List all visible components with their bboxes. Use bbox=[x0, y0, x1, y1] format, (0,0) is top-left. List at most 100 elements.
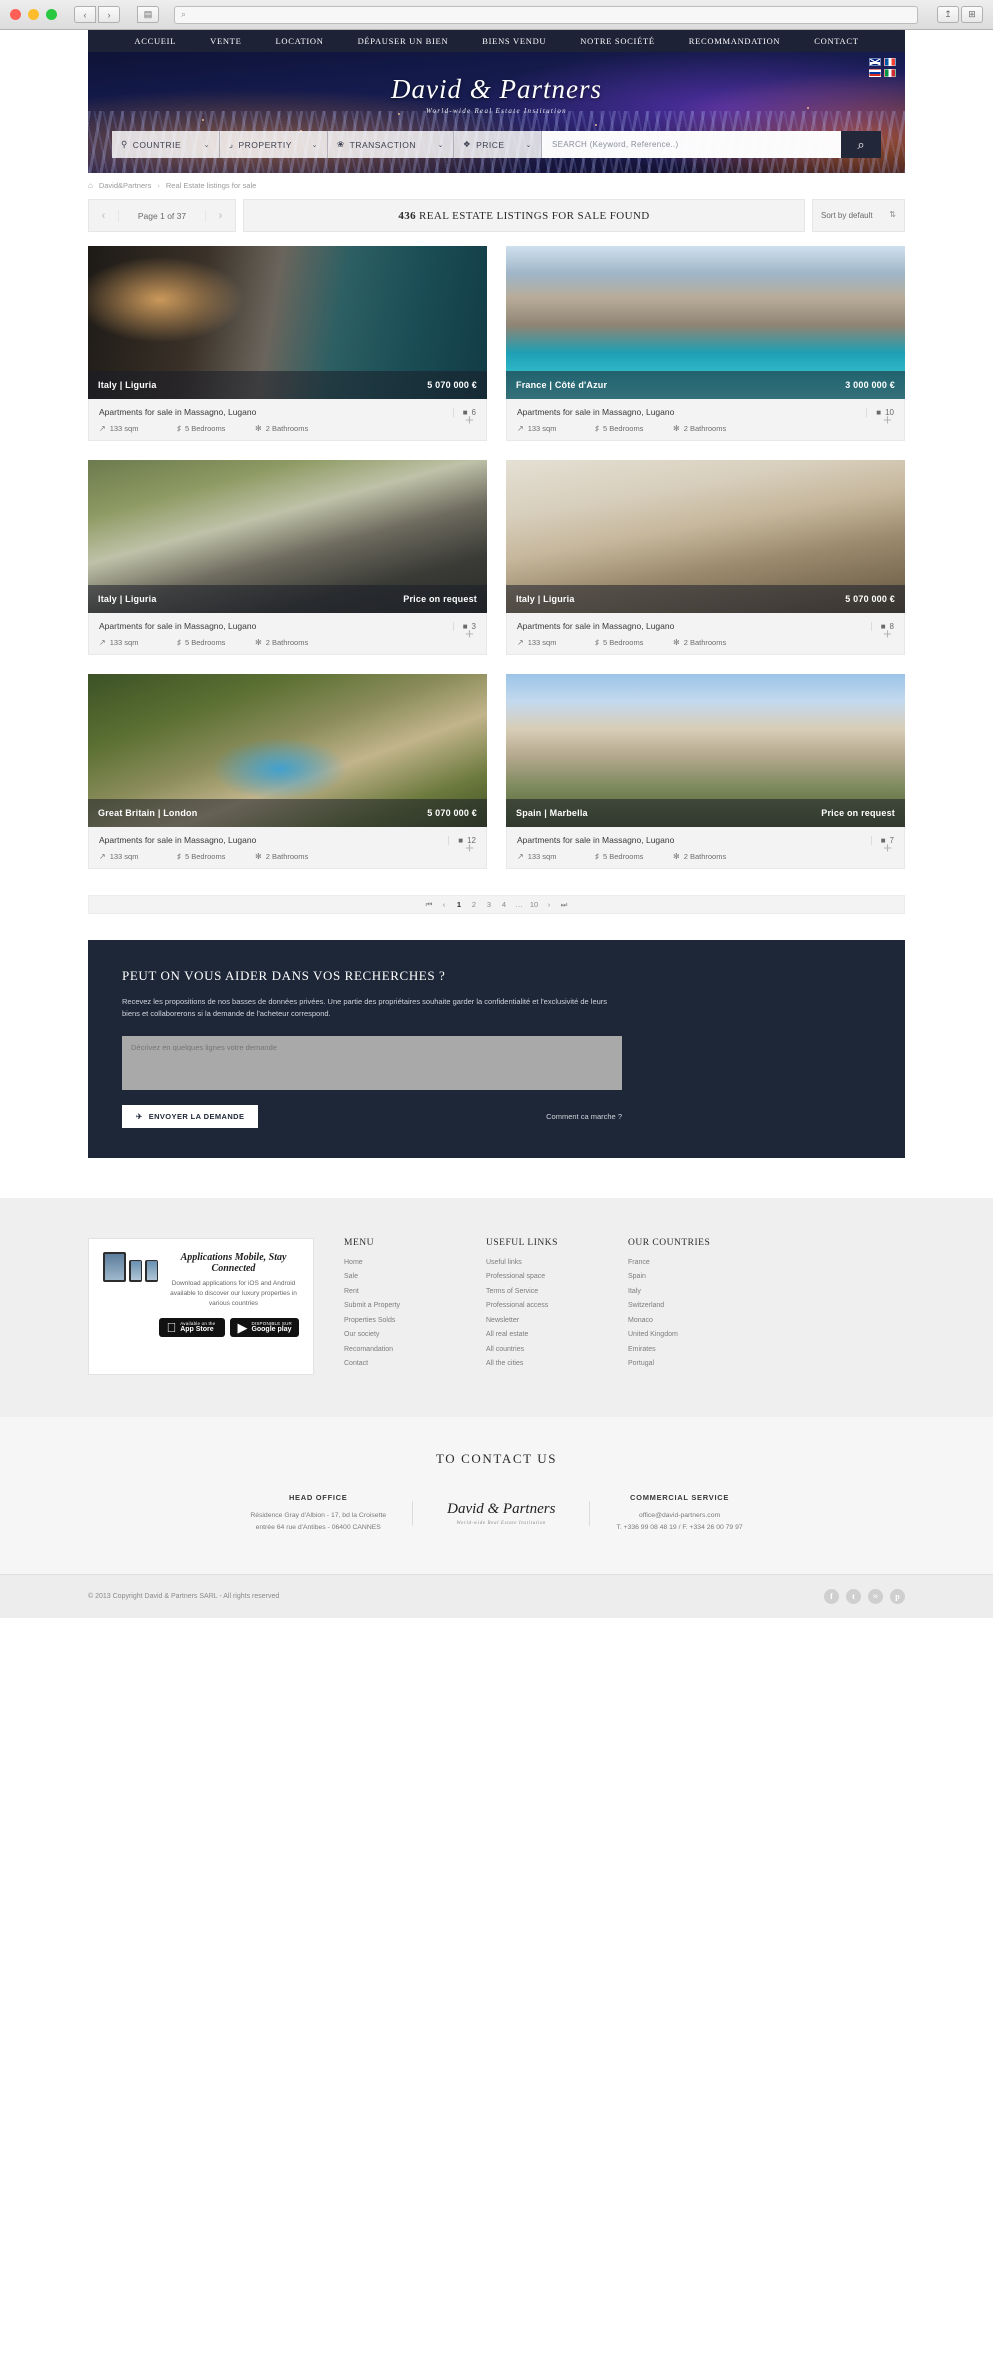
sidebar-toggle-button[interactable]: ▤ bbox=[137, 6, 159, 23]
footer-link-all-countries[interactable]: All countries bbox=[486, 1346, 598, 1353]
listing-title-row: Apartments for sale in Massagno, Lugano … bbox=[517, 621, 894, 631]
pinterest-icon[interactable]: p bbox=[890, 1588, 905, 1604]
address-bar[interactable]: ⌕ bbox=[174, 5, 918, 24]
pagination-page-10[interactable]: 10 bbox=[527, 900, 542, 909]
listing-photo[interactable]: Great Britain | London 5 070 000 € bbox=[88, 674, 487, 827]
window-minimize-button[interactable] bbox=[28, 9, 39, 20]
footer-link-home[interactable]: Home bbox=[344, 1259, 456, 1266]
listing-card[interactable]: France | Côté d'Azur 3 000 000 € Apartme… bbox=[506, 246, 905, 441]
footer-link-contact[interactable]: Contact bbox=[344, 1360, 456, 1367]
send-request-button[interactable]: ✈ ENVOYER LA DEMANDE bbox=[122, 1104, 259, 1128]
pagination-page-1[interactable]: 1 bbox=[452, 900, 467, 909]
search-input[interactable]: SEARCH (Keyword, Reference..) bbox=[542, 131, 841, 158]
pagination-page-2[interactable]: 2 bbox=[467, 900, 482, 909]
listing-photo[interactable]: Spain | Marbella Price on request bbox=[506, 674, 905, 827]
listing-photo[interactable]: Italy | Liguria Price on request bbox=[88, 460, 487, 613]
footer-link-italy[interactable]: Italy bbox=[628, 1288, 740, 1295]
listing-location: Italy | Liguria bbox=[516, 594, 575, 604]
footer-link-portugal[interactable]: Portugal bbox=[628, 1360, 740, 1367]
nav-item-depauser-un-bien[interactable]: DÉPAUSER UN BIEN bbox=[341, 36, 466, 46]
footer-link-switzerland[interactable]: Switzerland bbox=[628, 1302, 740, 1309]
listing-photo[interactable]: France | Côté d'Azur 3 000 000 € bbox=[506, 246, 905, 399]
window-close-button[interactable] bbox=[10, 9, 21, 20]
how-it-works-link[interactable]: Comment ca marche ? bbox=[546, 1112, 622, 1121]
nav-item-biens-vendu[interactable]: BIENS VENDU bbox=[465, 36, 563, 46]
footer-link-emirates[interactable]: Emirates bbox=[628, 1346, 740, 1353]
listing-card[interactable]: Italy | Liguria Price on request Apartme… bbox=[88, 460, 487, 655]
window-maximize-button[interactable] bbox=[46, 9, 57, 20]
back-button[interactable]: ‹ bbox=[74, 6, 96, 23]
search-filter-propertiy[interactable]: ⌟ PROPERTIY ⌄ bbox=[220, 131, 328, 158]
share-button[interactable]: ↥ bbox=[937, 6, 959, 23]
help-request-textarea[interactable] bbox=[122, 1035, 622, 1090]
sort-select[interactable]: Sort by default ⇅ bbox=[812, 199, 905, 232]
listing-expand-button[interactable]: + bbox=[462, 841, 477, 857]
nav-item-accueil[interactable]: ACCUEIL bbox=[117, 36, 193, 46]
footer-link-sale[interactable]: Sale bbox=[344, 1273, 456, 1280]
flag-fr-icon[interactable] bbox=[884, 58, 896, 66]
flag-ru-icon[interactable] bbox=[869, 69, 881, 77]
bath-icon: ✻ bbox=[255, 424, 262, 433]
page-prev-button[interactable]: ‹ bbox=[89, 209, 119, 222]
footer-link-united-kingdom[interactable]: United Kingdom bbox=[628, 1331, 740, 1338]
listing-card[interactable]: Italy | Liguria 5 070 000 € Apartments f… bbox=[506, 460, 905, 655]
search-filter-countrie[interactable]: ⚲ COUNTRIE ⌄ bbox=[112, 131, 220, 158]
flag-uk-icon[interactable] bbox=[869, 58, 881, 66]
search-filter-transaction[interactable]: ❀ TRANSACTION ⌄ bbox=[328, 131, 454, 158]
footer-link-our-society[interactable]: Our society bbox=[344, 1331, 456, 1338]
app-store-badge[interactable]:  Available on the App Store bbox=[159, 1317, 226, 1338]
listing-card[interactable]: Spain | Marbella Price on request Apartm… bbox=[506, 674, 905, 869]
listing-photo[interactable]: Italy | Liguria 5 070 000 € bbox=[88, 246, 487, 399]
chevron-down-icon: ⌄ bbox=[311, 141, 318, 149]
listing-expand-button[interactable]: + bbox=[880, 627, 895, 643]
listing-photo[interactable]: Italy | Liguria 5 070 000 € bbox=[506, 460, 905, 613]
forward-button[interactable]: › bbox=[98, 6, 120, 23]
nav-item-vente[interactable]: VENTE bbox=[193, 36, 258, 46]
commercial-service-email: office@david-partners.com bbox=[638, 1511, 721, 1519]
listing-expand-button[interactable]: + bbox=[880, 413, 895, 429]
search-filter-propertiy-label: PROPERTIY bbox=[238, 139, 292, 150]
nav-item-recommandation[interactable]: RECOMMANDATION bbox=[672, 36, 798, 46]
breadcrumb-item-home[interactable]: David&Partners bbox=[99, 181, 152, 190]
listing-expand-button[interactable]: + bbox=[462, 413, 477, 429]
listing-expand-button[interactable]: + bbox=[880, 841, 895, 857]
page-next-button[interactable]: › bbox=[205, 209, 235, 222]
footer-link-useful-links[interactable]: Useful links bbox=[486, 1259, 598, 1266]
mobile-app-promo: Applications Mobile, Stay Connected Down… bbox=[88, 1237, 314, 1375]
listing-expand-button[interactable]: + bbox=[462, 627, 477, 643]
rss-icon[interactable]: ≈ bbox=[868, 1588, 883, 1604]
nav-item-notre-societe[interactable]: NOTRE SOCIÉTÉ bbox=[563, 36, 672, 46]
pagination-prev[interactable]: ‹ bbox=[437, 900, 452, 909]
listing-card[interactable]: Great Britain | London 5 070 000 € Apart… bbox=[88, 674, 487, 869]
footer-link-properties-solds[interactable]: Properties Solds bbox=[344, 1317, 456, 1324]
pagination-page-3[interactable]: 3 bbox=[482, 900, 497, 909]
footer-link-france[interactable]: France bbox=[628, 1259, 740, 1266]
footer-link-terms-of-service[interactable]: Terms of Service bbox=[486, 1288, 598, 1295]
facebook-icon[interactable]: f bbox=[824, 1588, 839, 1604]
footer-link-rent[interactable]: Rent bbox=[344, 1288, 456, 1295]
footer-link-newsletter[interactable]: Newsletter bbox=[486, 1317, 598, 1324]
twitter-icon[interactable]: t bbox=[846, 1588, 861, 1604]
footer-link-all-the-cities[interactable]: All the cities bbox=[486, 1360, 598, 1367]
pagination-next[interactable]: › bbox=[542, 900, 557, 909]
google-play-badge[interactable]: ▶ DISPONIBLE SUR Google play bbox=[230, 1317, 299, 1338]
nav-item-contact[interactable]: CONTACT bbox=[797, 36, 875, 46]
footer-link-submit-a-property[interactable]: Submit a Property bbox=[344, 1302, 456, 1309]
footer-link-professional-space[interactable]: Professional space bbox=[486, 1273, 598, 1280]
pagination-last[interactable]: ⏭ bbox=[557, 900, 572, 910]
search-filter-price[interactable]: ❖ PRICE ⌄ bbox=[454, 131, 542, 158]
listing-body: Apartments for sale in Massagno, Lugano … bbox=[88, 613, 487, 655]
footer-link-professional-access[interactable]: Professional access bbox=[486, 1302, 598, 1309]
footer-link-all-real-estate[interactable]: All real estate bbox=[486, 1331, 598, 1338]
search-submit-button[interactable]: ⌕ bbox=[841, 131, 881, 158]
flag-it-icon[interactable] bbox=[884, 69, 896, 77]
nav-item-location[interactable]: LOCATION bbox=[258, 36, 340, 46]
pagination-page-4[interactable]: 4 bbox=[497, 900, 512, 909]
listing-card[interactable]: Italy | Liguria 5 070 000 € Apartments f… bbox=[88, 246, 487, 441]
site-logo[interactable]: David & Partners World-wide Real Estate … bbox=[88, 74, 905, 115]
footer-link-spain[interactable]: Spain bbox=[628, 1273, 740, 1280]
pagination-first[interactable]: ⏮ bbox=[422, 900, 437, 910]
footer-link-recomandation[interactable]: Recomandation bbox=[344, 1346, 456, 1353]
tabs-button[interactable]: ⊞ bbox=[961, 6, 983, 23]
footer-link-monaco[interactable]: Monaco bbox=[628, 1317, 740, 1324]
